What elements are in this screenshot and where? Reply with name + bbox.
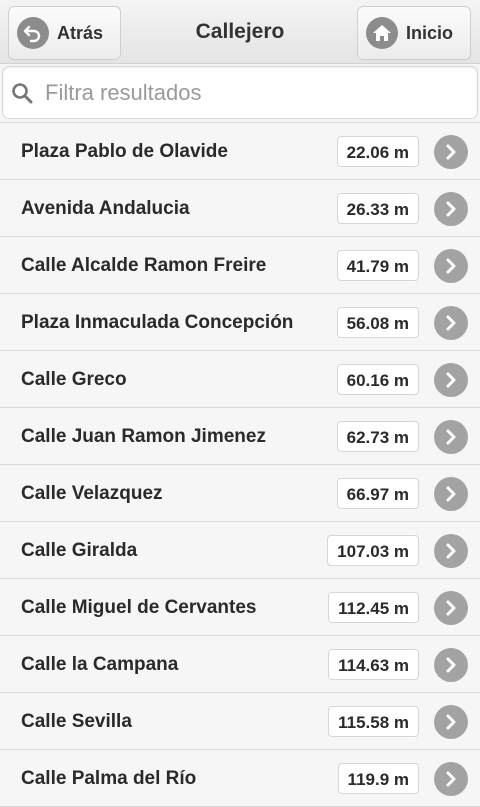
list-item[interactable]: Plaza Inmaculada Concepción 56.08 m [0,294,480,351]
chevron-right-icon[interactable] [434,135,468,169]
distance-badge: 26.33 m [336,193,419,224]
list-item[interactable]: Avenida Andalucia 26.33 m [0,180,480,237]
chevron-right-icon[interactable] [434,192,468,226]
chevron-right-icon[interactable] [434,477,468,511]
home-button-label: Inicio [406,22,454,43]
list-item[interactable]: Calle Greco 60.16 m [0,351,480,408]
street-name: Avenida Andalucia [21,198,190,219]
chevron-right-icon[interactable] [434,648,468,682]
list-item[interactable]: Calle Alcalde Ramon Freire 41.79 m [0,237,480,294]
distance-badge: 115.58 m [328,706,419,737]
chevron-right-icon[interactable] [434,705,468,739]
search-bar [2,66,478,119]
list-item[interactable]: Calle la Campana 114.63 m [0,636,480,693]
distance-badge: 22.06 m [336,136,419,167]
search-input[interactable] [45,79,445,106]
search-icon [12,82,33,103]
street-name: Calle Sevilla [21,711,132,732]
street-name: Calle Miguel de Cervantes [21,597,257,618]
distance-badge: 60.16 m [336,364,419,395]
back-button[interactable]: Atrás [8,6,121,60]
results-list: Plaza Pablo de Olavide 22.06 m Avenida A… [0,122,480,807]
home-button[interactable]: Inicio [357,6,471,60]
list-item[interactable]: Calle Giralda 107.03 m [0,522,480,579]
distance-badge: 56.08 m [336,307,419,338]
street-name: Calle Giralda [21,540,138,561]
back-arrow-icon [17,17,49,49]
distance-badge: 62.73 m [336,421,419,452]
street-name: Calle la Campana [21,654,179,675]
back-button-label: Atrás [57,22,104,43]
distance-badge: 112.45 m [328,592,419,623]
chevron-right-icon[interactable] [434,306,468,340]
street-name: Calle Alcalde Ramon Freire [21,255,267,276]
distance-badge: 114.63 m [328,649,419,680]
street-name: Plaza Inmaculada Concepción [21,312,294,333]
header-bar: Atrás Callejero Inicio [0,0,480,64]
distance-badge: 41.79 m [336,250,419,281]
distance-badge: 66.97 m [336,478,419,509]
street-name: Calle Juan Ramon Jimenez [21,426,266,447]
chevron-right-icon[interactable] [434,534,468,568]
page-title: Callejero [195,20,285,43]
list-item[interactable]: Calle Juan Ramon Jimenez 62.73 m [0,408,480,465]
list-item[interactable]: Calle Palma del Río 119.9 m [0,750,480,807]
street-name: Calle Palma del Río [21,768,197,789]
list-item[interactable]: Calle Miguel de Cervantes 112.45 m [0,579,480,636]
chevron-right-icon[interactable] [434,762,468,796]
chevron-right-icon[interactable] [434,249,468,283]
street-name: Calle Greco [21,369,127,390]
street-name: Plaza Pablo de Olavide [21,141,228,162]
chevron-right-icon[interactable] [434,363,468,397]
list-item[interactable]: Calle Velazquez 66.97 m [0,465,480,522]
street-name: Calle Velazquez [21,483,163,504]
list-item[interactable]: Plaza Pablo de Olavide 22.06 m [0,123,480,180]
distance-badge: 107.03 m [327,535,419,566]
home-icon [366,17,398,49]
distance-badge: 119.9 m [337,763,419,794]
chevron-right-icon[interactable] [434,591,468,625]
chevron-right-icon[interactable] [434,420,468,454]
list-item[interactable]: Calle Sevilla 115.58 m [0,693,480,750]
